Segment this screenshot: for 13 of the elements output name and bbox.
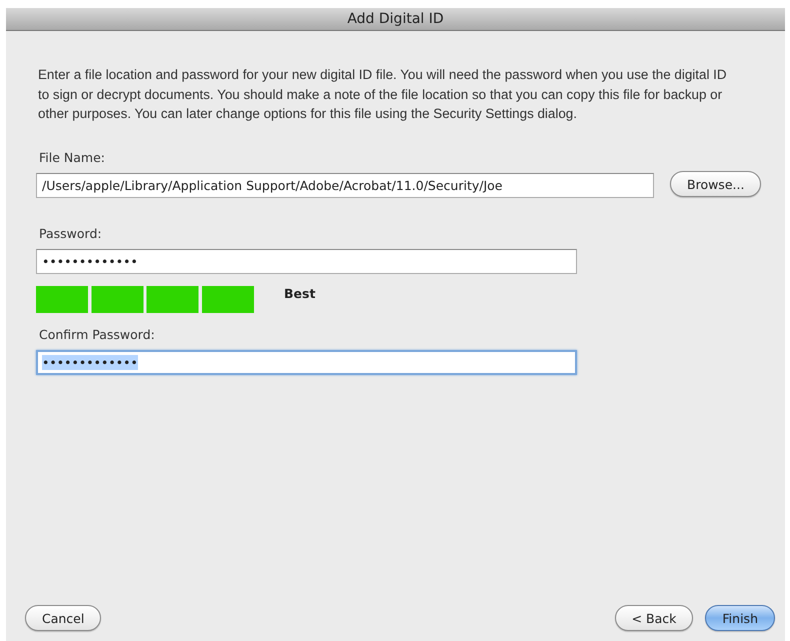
strength-label: Best: [284, 286, 316, 300]
finish-button[interactable]: Finish: [705, 605, 775, 631]
cancel-button[interactable]: Cancel: [25, 605, 102, 631]
field-label: Password:: [39, 226, 102, 240]
password-field[interactable]: •••••••••••••: [36, 248, 577, 274]
instructions-text: Enter a file location and password for your new digital ID file. You will need the password when you use the digital ID to sign or decrypt documents. You should make a note of the file location so that you can copy this file for backup or other purposes. You can later change options for this file using the Security Settings dialog.: [38, 66, 728, 123]
back-button[interactable]: < Back: [614, 605, 694, 631]
browse-button[interactable]: Browse...: [670, 171, 762, 197]
field-label: File Name:: [39, 150, 105, 164]
file-name-field[interactable]: /Users/apple/Library/Application Support/Adobe/Acrobat/11.0/Security/Joe: [36, 172, 654, 198]
confirm-password-field[interactable]: •••••••••••••: [36, 350, 577, 374]
window-title: Add Digital ID: [347, 11, 444, 27]
field-label: Confirm Password:: [39, 326, 155, 342]
